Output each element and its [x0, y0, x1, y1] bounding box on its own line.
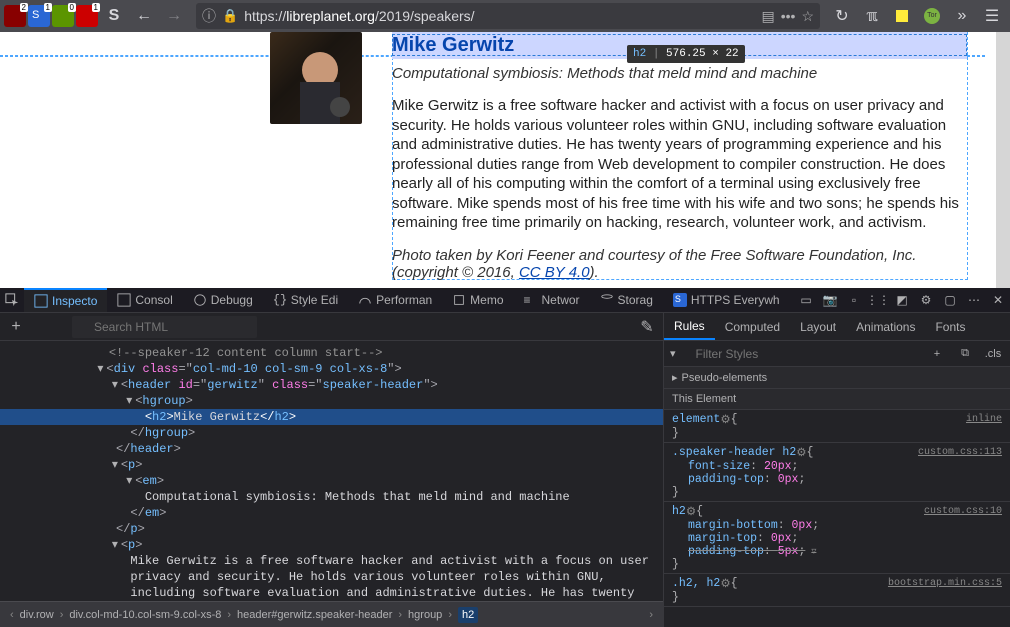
badge-count: 2 [20, 3, 28, 12]
ext-s-icon[interactable]: S1 [28, 5, 50, 27]
devtools-opt2-button[interactable]: ⋮⋮ [866, 288, 890, 312]
speaker-subtitle: Computational symbiosis: Methods that me… [392, 65, 967, 82]
add-rule-button[interactable]: + [926, 348, 948, 360]
dots-icon[interactable]: ••• [781, 8, 796, 24]
star-icon[interactable]: ☆ [801, 8, 814, 25]
tab-inspector[interactable]: Inspecto [24, 288, 107, 312]
css-rule[interactable]: h2 ⚙ {custom.css:10margin-bottom: 0px;ma… [664, 502, 1010, 574]
tab-console[interactable]: Consol [107, 288, 182, 312]
nav-back-button[interactable]: ← [130, 2, 158, 30]
search-html-input[interactable] [72, 316, 257, 338]
tab-https-everywhere[interactable]: SHTTPS Everywh [663, 288, 790, 312]
filter-icon: ▾ [670, 347, 676, 360]
tab-debugger[interactable]: Debugg [183, 288, 263, 312]
tor-icon[interactable]: Tor [918, 2, 946, 30]
filter-styles-input[interactable] [682, 347, 920, 361]
ext-s2-icon[interactable]: S [100, 2, 128, 30]
info-icon[interactable]: ⓘ [202, 6, 216, 26]
add-node-button[interactable]: + [6, 317, 26, 337]
menu-button[interactable]: ☰ [978, 2, 1006, 30]
bc-scroll-right[interactable]: › [643, 609, 659, 621]
devtools-more-button[interactable]: ⋯ [962, 288, 986, 312]
overflow-button[interactable]: » [948, 2, 976, 30]
selected-dom-node: <h2>Mike Gerwitz</h2> [0, 409, 663, 425]
devtools-settings-button[interactable]: ⚙ [914, 288, 938, 312]
screenshot-button[interactable]: 📷 [818, 288, 842, 312]
tab-storage[interactable]: Storag [590, 288, 663, 312]
ext-red-icon[interactable]: 1 [76, 5, 98, 27]
ext-greencheck-icon[interactable]: 0 [52, 5, 74, 27]
devtools-panel: Inspecto Consol Debugg {}Style Edi Perfo… [0, 288, 1010, 617]
page-scrollbar[interactable] [996, 32, 1010, 288]
lock-icon[interactable]: 🔒 [222, 8, 238, 24]
devtools-close-button[interactable]: ✕ [986, 288, 1010, 312]
badge-count: 1 [44, 3, 52, 12]
this-element-header: This Element [664, 389, 1010, 409]
photo-credit: Photo taken by Kori Feener and courtesy … [392, 247, 967, 281]
bc-seg-active[interactable]: h2 [458, 607, 478, 623]
tab-memory[interactable]: Memo [442, 288, 513, 312]
rules-tab-animations[interactable]: Animations [846, 313, 925, 340]
breadcrumb: ‹ div.row › div.col-md-10.col-sm-9.col-xs… [0, 601, 663, 627]
devtools-tabbar: Inspecto Consol Debugg {}Style Edi Perfo… [0, 288, 1010, 313]
reader-icon[interactable]: ▤ [761, 8, 774, 25]
bc-seg[interactable]: div.col-md-10.col-sm-9.col-xs-8 [69, 609, 221, 621]
rules-tabbar: Rules Computed Layout Animations Fonts [664, 313, 1010, 341]
ext-yellow-icon[interactable] [888, 2, 916, 30]
rules-tab-fonts[interactable]: Fonts [925, 313, 975, 340]
url-bar[interactable]: ⓘ 🔒 https://libreplanet.org/2019/speaker… [196, 3, 820, 29]
markup-panel: + ✎ <!--speaker-12 content column start-… [0, 313, 664, 627]
copy-rule-button[interactable]: ⧉ [954, 347, 976, 360]
library-button[interactable]: ℼ [858, 2, 886, 30]
tab-network[interactable]: ≡Networ [514, 288, 590, 312]
rules-panel: Rules Computed Layout Animations Fonts ▾… [664, 313, 1010, 627]
devtools-opt3-button[interactable]: ◩ [890, 288, 914, 312]
speaker-bio: Mike Gerwitz is a free software hacker a… [392, 96, 967, 233]
node-picker-button[interactable] [0, 288, 24, 312]
badge-count: 0 [68, 3, 76, 12]
cc-license-link[interactable]: CC BY 4.0 [519, 264, 590, 281]
rules-tab-rules[interactable]: Rules [664, 313, 715, 340]
ext-ublock-icon[interactable]: 2 [4, 5, 26, 27]
badge-count: 1 [92, 3, 100, 12]
speaker-photo [270, 32, 362, 124]
element-tooltip: h2 | 576.25 × 22 [627, 45, 745, 63]
tab-style-editor[interactable]: {}Style Edi [263, 288, 348, 312]
devtools-dock-button[interactable]: ▢ [938, 288, 962, 312]
css-rule[interactable]: .h2, h2 ⚙ {bootstrap.min.css:5} [664, 574, 1010, 607]
rules-tab-layout[interactable]: Layout [790, 313, 846, 340]
edit-html-button[interactable]: ✎ [637, 317, 657, 337]
rules-tab-computed[interactable]: Computed [715, 313, 790, 340]
bc-seg[interactable]: hgroup [408, 609, 442, 621]
toggle-classes-button[interactable]: .cls [982, 348, 1004, 360]
page-content: Mike Gerwitz Computational symbiosis: Me… [0, 32, 1010, 288]
url-text: https://libreplanet.org/2019/speakers/ [244, 8, 474, 24]
nav-forward-button[interactable]: → [160, 2, 188, 30]
bc-seg[interactable]: div.row [20, 609, 54, 621]
pseudo-elements-header[interactable]: ▸Pseudo-elements [664, 367, 1010, 388]
bc-scroll-left[interactable]: ‹ [4, 609, 20, 621]
dom-tree[interactable]: <!--speaker-12 content column start--> ▾… [0, 341, 663, 601]
css-rule[interactable]: .speaker-header h2 ⚙ {custom.css:113font… [664, 443, 1010, 502]
devtools-opt1-button[interactable]: ▫ [842, 288, 866, 312]
responsive-design-button[interactable]: ▭ [794, 288, 818, 312]
tab-performance[interactable]: Performan [348, 288, 442, 312]
css-rule[interactable]: element ⚙ {inline} [664, 410, 1010, 443]
reload-button[interactable]: ↻ [828, 2, 856, 30]
browser-toolbar: 2 S1 0 1 S ← → ⓘ 🔒 https://libreplanet.o… [0, 0, 1010, 32]
bc-seg[interactable]: header#gerwitz.speaker-header [237, 609, 392, 621]
